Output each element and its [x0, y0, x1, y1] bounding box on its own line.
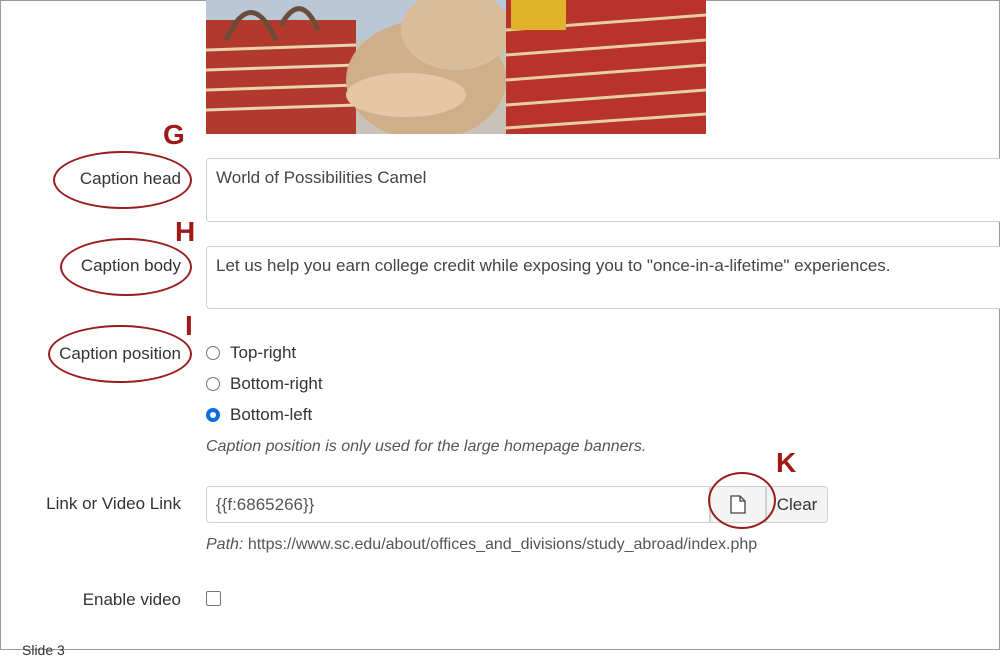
link-path: Path: https://www.sc.edu/about/offices_a… [206, 536, 757, 554]
radio-label: Bottom-right [230, 374, 323, 393]
annotation-letter-g: G [163, 119, 185, 150]
annotation-letter-k: K [776, 447, 797, 478]
radio-option-top-right[interactable]: Top-right [206, 342, 296, 364]
radio-option-bottom-left[interactable]: Bottom-left [206, 404, 312, 426]
enable-video-label: Enable video [82, 590, 181, 609]
link-input[interactable]: {{f:6865266}} [206, 486, 710, 523]
path-label: Path: [206, 536, 244, 553]
radio-label: Top-right [230, 343, 297, 362]
radio-label: Bottom-left [230, 405, 313, 424]
radio-option-bottom-right[interactable]: Bottom-right [206, 373, 323, 395]
radio-button[interactable] [206, 346, 220, 360]
next-section-label: Slide 3 [22, 642, 65, 658]
caption-position-help: Caption position is only used for the la… [206, 438, 647, 455]
caption-body-input[interactable]: Let us help you earn college credit whil… [206, 246, 1000, 309]
radio-button-selected[interactable] [206, 408, 220, 422]
annotation-letter-i: I [185, 310, 193, 341]
enable-video-checkbox[interactable] [206, 591, 221, 606]
annotation-ellipse-browse-button [708, 472, 776, 529]
link-label: Link or Video Link [46, 494, 181, 513]
annotation-ellipse-caption-position [48, 325, 192, 383]
annotation-ellipse-caption-body [60, 238, 192, 296]
banner-image [206, 0, 706, 134]
annotation-ellipse-caption-head [53, 151, 192, 209]
caption-head-input[interactable]: World of Possibilities Camel [206, 158, 1000, 222]
path-value: https://www.sc.edu/about/offices_and_div… [247, 536, 758, 553]
annotation-letter-h: H [175, 216, 196, 247]
radio-button[interactable] [206, 377, 220, 391]
